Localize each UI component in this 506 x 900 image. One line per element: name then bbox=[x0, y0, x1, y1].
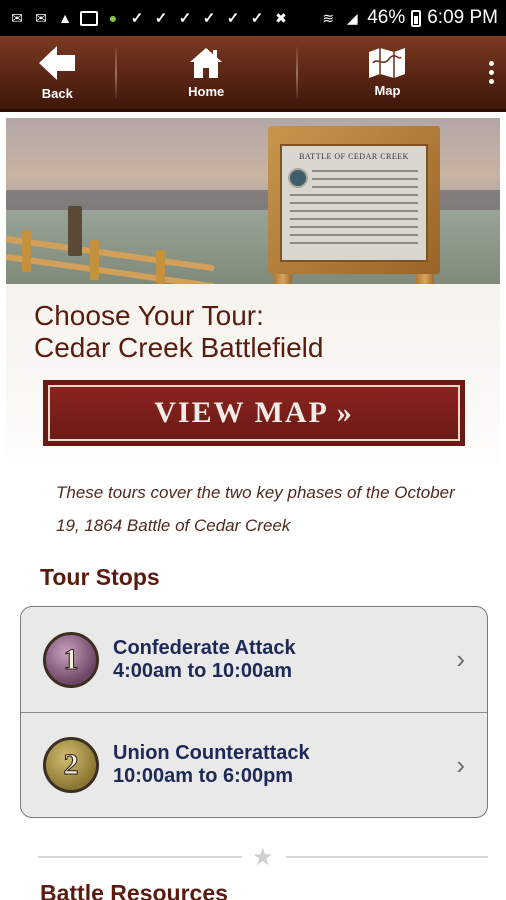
fence-post bbox=[90, 240, 99, 280]
drive-icon: ▲ bbox=[58, 10, 72, 26]
tour-number: 1 bbox=[63, 642, 79, 676]
back-arrow-icon bbox=[39, 46, 76, 80]
page-title-line2: Cedar Creek Battlefield bbox=[34, 332, 324, 363]
email-icon: ✉ bbox=[11, 9, 23, 26]
page-title: Choose Your Tour: Cedar Creek Battlefiel… bbox=[34, 300, 323, 364]
intro-text: These tours cover the two key phases of … bbox=[56, 483, 455, 535]
check-icon: ✓ bbox=[154, 10, 168, 27]
signal-icon: ◢ bbox=[346, 9, 358, 26]
tour-stop-text: Confederate Attack 4:00am to 10:00am bbox=[113, 637, 296, 683]
battery-percent: 46% bbox=[367, 7, 406, 28]
tour-stops-heading: Tour Stops bbox=[40, 564, 160, 590]
notification-icons: ✉ ✉ ▲ ● ✓ ✓ ✓ ✓ ✓ ✓ ✖ bbox=[8, 9, 290, 28]
main-content: BATTLE OF CEDAR CREEK Choose Your Tour: … bbox=[6, 118, 500, 900]
tour-stop-name: Confederate Attack bbox=[113, 636, 296, 659]
view-map-label: VIEW MAP » bbox=[154, 396, 354, 429]
chevron-right-icon: › bbox=[456, 644, 465, 674]
check-icon: ✓ bbox=[250, 10, 264, 27]
back-label: Back bbox=[41, 86, 73, 101]
marker-text-line bbox=[290, 226, 418, 228]
marker-text-line bbox=[290, 242, 418, 244]
tour-number-badge: 1 bbox=[43, 631, 99, 688]
check-icon: ✓ bbox=[178, 10, 192, 27]
mail-icon: ✉ bbox=[35, 9, 47, 26]
home-icon bbox=[190, 48, 223, 78]
tour-stop-time: 10:00am to 6:00pm bbox=[113, 765, 294, 787]
hero-image: BATTLE OF CEDAR CREEK bbox=[6, 118, 500, 284]
fence-post bbox=[22, 230, 31, 272]
map-button[interactable]: Map bbox=[298, 35, 477, 111]
map-icon bbox=[369, 48, 406, 78]
image-icon bbox=[80, 10, 98, 26]
star-icon: ★ bbox=[252, 844, 274, 871]
marker-text-line bbox=[290, 218, 418, 220]
check-icon: ✓ bbox=[202, 10, 216, 27]
marker-seal-icon bbox=[288, 168, 308, 188]
battle-resources-heading: Battle Resources bbox=[40, 880, 228, 900]
dot-icon bbox=[489, 70, 495, 75]
check-icon: ✓ bbox=[226, 10, 240, 27]
tour-stop-time: 4:00am to 10:00am bbox=[113, 659, 292, 682]
tour-number-badge: 2 bbox=[43, 737, 99, 793]
marker-text-line bbox=[312, 186, 418, 188]
wifi-icon: ≋ bbox=[322, 9, 335, 26]
home-button[interactable]: Home bbox=[117, 35, 296, 111]
section-divider: ★ bbox=[38, 844, 488, 871]
divider-line bbox=[286, 856, 488, 858]
status-right: ≋ ◢ 46% 6:09 PM bbox=[319, 7, 498, 29]
tour-stop-confederate-attack[interactable]: 1 Confederate Attack 4:00am to 10:00am › bbox=[21, 607, 487, 712]
marker-text-line bbox=[290, 234, 418, 236]
historical-marker: BATTLE OF CEDAR CREEK bbox=[280, 144, 428, 262]
marker-text-line bbox=[290, 194, 418, 196]
battery-icon bbox=[411, 9, 422, 27]
page-title-line1: Choose Your Tour: bbox=[34, 300, 264, 331]
marker-text-line bbox=[290, 210, 418, 212]
dot-icon bbox=[489, 79, 495, 84]
tour-stop-union-counterattack[interactable]: 2 Union Counterattack 10:00am to 6:00pm … bbox=[21, 712, 487, 817]
view-map-button[interactable]: VIEW MAP » bbox=[43, 380, 465, 446]
back-button[interactable]: Back bbox=[0, 35, 115, 111]
excel-icon: ✖ bbox=[275, 9, 287, 26]
chevron-right-icon: › bbox=[456, 749, 465, 780]
fence-post bbox=[156, 250, 165, 284]
app-toolbar: Back Home Map bbox=[0, 36, 506, 112]
map-label: Map bbox=[374, 83, 401, 98]
tour-stop-name: Union Counterattack bbox=[113, 742, 310, 764]
marker-text-line bbox=[312, 178, 418, 180]
divider-line bbox=[38, 856, 242, 858]
status-bar: ✉ ✉ ▲ ● ✓ ✓ ✓ ✓ ✓ ✓ ✖ ≋ ◢ 46% 6:09 PM bbox=[0, 0, 506, 36]
tour-stops-list: 1 Confederate Attack 4:00am to 10:00am ›… bbox=[20, 606, 488, 818]
view-map-button-inner: VIEW MAP » bbox=[48, 385, 460, 441]
tour-number: 2 bbox=[63, 748, 79, 782]
gate-post bbox=[68, 206, 82, 256]
marker-text-line bbox=[290, 202, 418, 204]
check-icon: ✓ bbox=[130, 10, 144, 27]
home-label: Home bbox=[188, 84, 225, 99]
tour-stop-text: Union Counterattack 10:00am to 6:00pm bbox=[113, 742, 310, 788]
marker-text-line bbox=[312, 170, 418, 172]
dot-icon bbox=[489, 61, 495, 66]
android-icon: ● bbox=[108, 10, 118, 26]
clock: 6:09 PM bbox=[427, 7, 498, 28]
overflow-menu-button[interactable] bbox=[477, 35, 506, 111]
marker-title: BATTLE OF CEDAR CREEK bbox=[299, 152, 409, 161]
